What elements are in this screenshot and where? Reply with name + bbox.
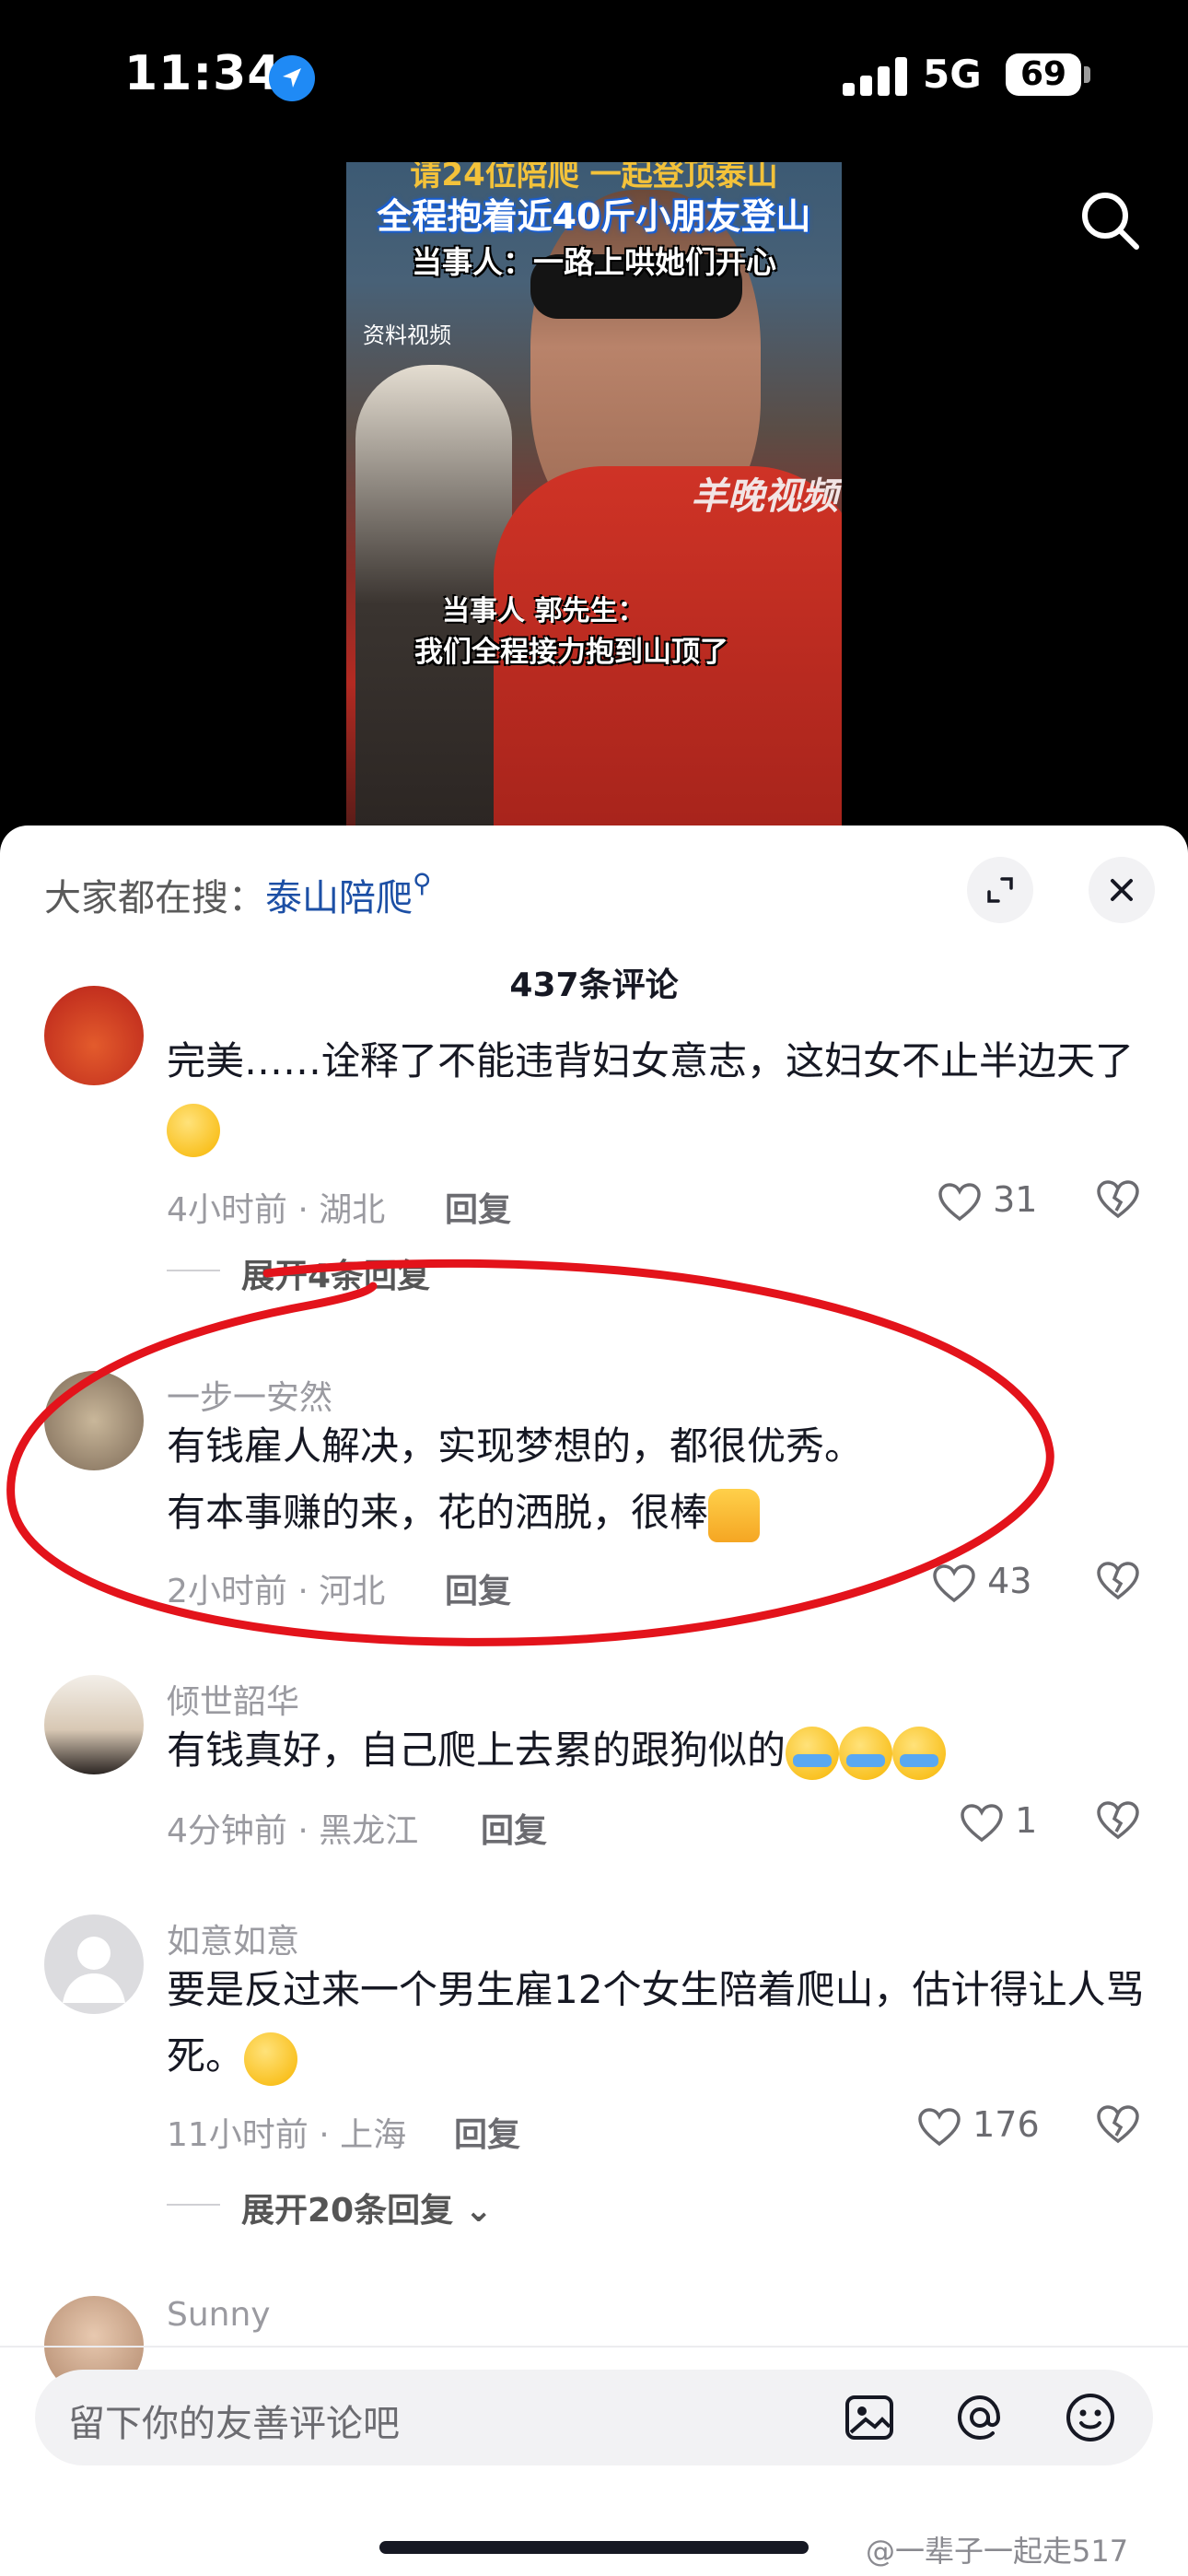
image-icon[interactable] xyxy=(842,2390,897,2449)
status-time: 11:34 xyxy=(124,46,282,101)
video-caption-line1: 全程抱着近40斤小朋友登山 xyxy=(377,196,811,237)
comment-input-placeholder: 留下你的友善评论吧 xyxy=(68,2403,400,2445)
status-bar: 11:34 5G 69 xyxy=(0,0,1188,166)
location-arrow-icon xyxy=(269,55,315,101)
video-subtitle: 我们全程接力抱到山顶了 xyxy=(414,636,728,669)
at-icon[interactable] xyxy=(952,2390,1007,2449)
comment-sheet: 大家都在搜：泰山陪爬⚲ 437条评论 完美……诠释了不能违背妇女意志，这妇女不止… xyxy=(0,825,1188,2576)
network-type: 5G xyxy=(923,52,982,97)
video-player[interactable]: 请24位陪爬 一起登顶泰山 全程抱着近40斤小朋友登山 当事人：一路上哄她们开心… xyxy=(346,162,842,829)
video-caption-line2: 当事人：一路上哄她们开心 xyxy=(412,244,776,280)
home-indicator[interactable] xyxy=(379,2541,809,2554)
battery-nub xyxy=(1084,66,1090,83)
emoji-icon[interactable] xyxy=(1063,2390,1118,2449)
red-annotation-ellipse xyxy=(6,1259,1054,1646)
video-watermark: 羊晚视频 xyxy=(691,474,838,518)
footer-watermark: @一辈子一起走517 xyxy=(866,2534,1129,2569)
input-divider xyxy=(0,2346,1188,2348)
signal-icon xyxy=(843,57,907,96)
comment-input[interactable]: 留下你的友善评论吧 xyxy=(35,2370,1153,2465)
battery-level: 69 xyxy=(1006,53,1081,96)
video-tag: 资料视频 xyxy=(363,322,451,348)
video-speaker: 当事人 郭先生： xyxy=(442,595,646,627)
search-icon[interactable] xyxy=(1077,188,1144,258)
